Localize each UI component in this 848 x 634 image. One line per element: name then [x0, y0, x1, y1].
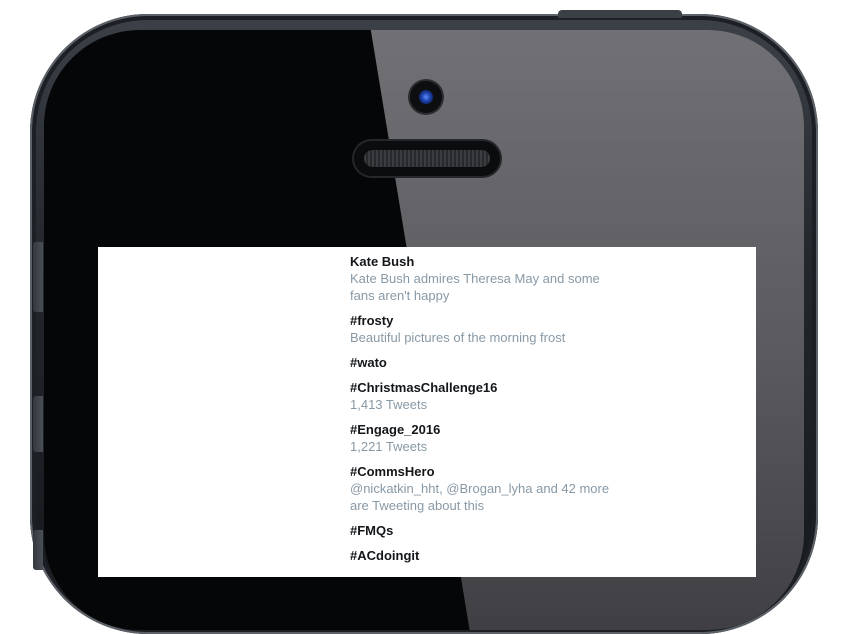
trend-item[interactable]: #FMQs: [350, 522, 610, 539]
trend-name[interactable]: #FMQs: [350, 522, 610, 539]
phone-screen: Kate Bush Kate Bush admires Theresa May …: [98, 247, 756, 577]
mute-switch: [33, 530, 43, 570]
trend-name[interactable]: #wato: [350, 354, 610, 371]
trend-name[interactable]: #frosty: [350, 312, 610, 329]
sleep-button: [558, 10, 682, 18]
trend-context: 1,221 Tweets: [350, 439, 428, 454]
volume-down-button: [33, 396, 43, 452]
trend-item[interactable]: #ACdoingit: [350, 547, 610, 564]
trend-item[interactable]: #CommsHero @nickatkin_hht, @Brogan_lyha …: [350, 463, 610, 514]
trend-name[interactable]: #ChristmasChallenge16: [350, 379, 610, 396]
speaker-grille: [364, 150, 490, 167]
trend-name[interactable]: #Engage_2016: [350, 421, 610, 438]
camera-lens: [419, 90, 433, 104]
earpiece-speaker: [354, 141, 500, 176]
trend-name[interactable]: Kate Bush: [350, 253, 610, 270]
trend-context: @nickatkin_hht, @Brogan_lyha and 42 more…: [350, 481, 610, 513]
trend-context: Kate Bush admires Theresa May and some f…: [350, 271, 600, 303]
trend-context: 1,413 Tweets: [350, 397, 428, 412]
volume-up-button: [33, 242, 43, 312]
trend-name[interactable]: #CommsHero: [350, 463, 610, 480]
trends-list: Kate Bush Kate Bush admires Theresa May …: [350, 253, 610, 572]
trend-item[interactable]: #ChristmasChallenge16 1,413 Tweets: [350, 379, 610, 413]
trend-context: Beautiful pictures of the morning frost: [350, 330, 566, 345]
trend-item[interactable]: #frosty Beautiful pictures of the mornin…: [350, 312, 610, 346]
trend-item[interactable]: #Engage_2016 1,221 Tweets: [350, 421, 610, 455]
trend-name[interactable]: #ACdoingit: [350, 547, 610, 564]
trend-item[interactable]: #wato: [350, 354, 610, 371]
front-camera-icon: [410, 81, 442, 113]
trend-item[interactable]: Kate Bush Kate Bush admires Theresa May …: [350, 253, 610, 304]
